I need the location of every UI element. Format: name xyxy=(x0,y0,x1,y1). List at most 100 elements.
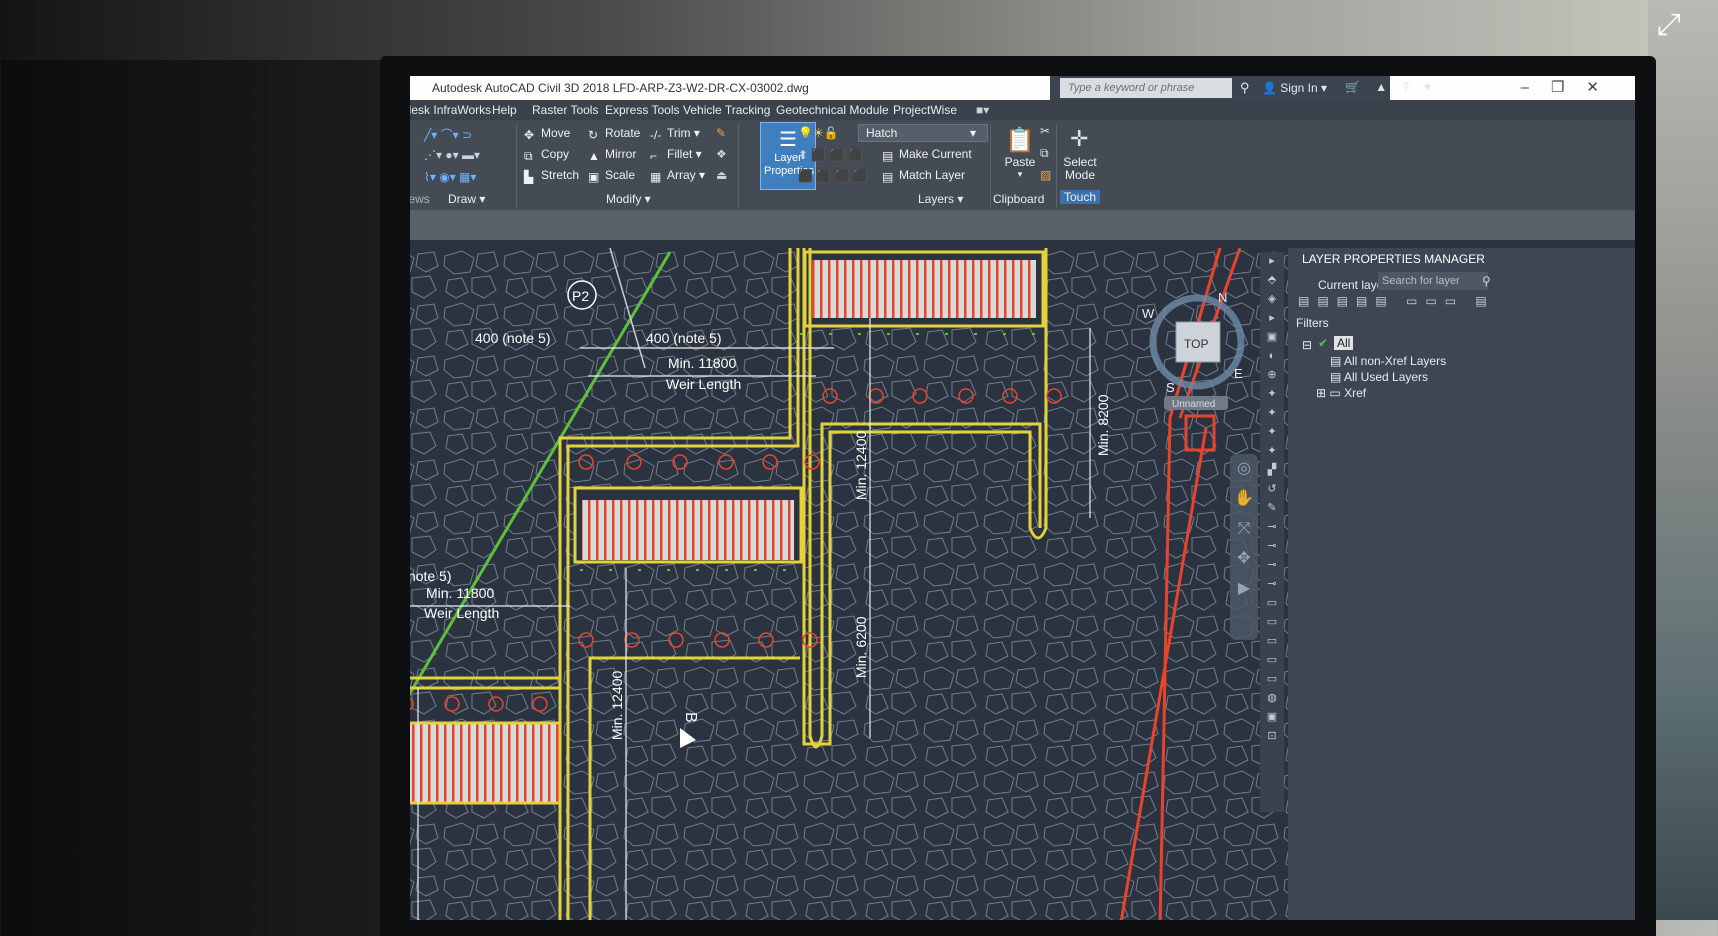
dim-label: 400 (note 5) xyxy=(475,330,551,346)
search-icon[interactable]: ⚲ xyxy=(1482,274,1491,288)
dim-label: Min. 11800 xyxy=(668,355,736,371)
menu-raster-tools[interactable]: Raster Tools xyxy=(532,103,598,117)
tool-icons[interactable]: ▸ ⬘ ◈ ▸ ▣ ◐ ⊕ ✦ ✦ ✦ ✦ ▞ ↺ ✎ ⊸ ⊸ ⊸ ⊸ ▭ ▭ ▭ ▭ ▭ ◍ ▣ ⊡ xyxy=(1260,252,1284,746)
stretch-icon: ▙ xyxy=(524,170,534,184)
rotate-label: Rotate xyxy=(605,126,641,140)
menu-vehicle-tracking[interactable]: Vehicle Tracking xyxy=(683,103,770,117)
clipboard-icon: 📋 xyxy=(1005,127,1035,154)
select-mode-button[interactable]: ✛ Select Mode Touch xyxy=(1060,122,1100,206)
copy-button[interactable]: ⧉ Copy xyxy=(524,147,569,163)
p2-marker: P2 xyxy=(572,288,589,304)
match-layer-button[interactable]: ▤ Match Layer xyxy=(882,168,965,184)
sign-in-button[interactable]: 👤 Sign In ▾ xyxy=(1262,81,1327,95)
sign-in-label: Sign In xyxy=(1280,81,1318,95)
layer-dropdown-chevron-icon[interactable]: ▾ xyxy=(970,126,976,140)
rotate-icon: ↻ xyxy=(588,128,599,142)
make-current-button[interactable]: ▤ Make Current xyxy=(882,147,972,163)
mirror-icon: ▲ xyxy=(588,149,600,163)
stretch-button[interactable]: ▙ Stretch xyxy=(524,168,579,184)
move-button[interactable]: ✥ Move xyxy=(524,126,571,142)
menu-express-tools[interactable]: Express Tools xyxy=(605,103,679,117)
panel-touch-title: Touch xyxy=(1060,190,1100,204)
window-title: Autodesk AutoCAD Civil 3D 2018 LFD-ARP-Z… xyxy=(432,81,809,95)
tree-expand-icon[interactable]: ⊟ xyxy=(1302,338,1312,352)
new-layer-icon[interactable]: ▤▤▤▤▤ ▭▭▭ ▤ xyxy=(1298,294,1495,308)
filter-icon: ▤ xyxy=(1330,354,1345,368)
divider xyxy=(738,124,739,208)
rotate-button[interactable]: ↻ Rotate xyxy=(588,126,641,142)
tree-item-used[interactable]: ▤ All Used Layers xyxy=(1330,370,1428,384)
array-button[interactable]: ▦ Array ▾ xyxy=(650,168,705,184)
menu-infraworks[interactable]: odesk InfraWorks xyxy=(410,103,491,117)
scale-button[interactable]: ▣ Scale xyxy=(588,168,635,184)
erase-icon[interactable]: ✎ xyxy=(716,126,726,140)
explode-icon[interactable]: ❖ xyxy=(716,147,727,161)
filter-check-icon: ✔ xyxy=(1318,336,1329,350)
paste-chevron-icon: ▾ xyxy=(1017,169,1023,179)
menu-help[interactable]: Help xyxy=(492,103,517,117)
layers-label: Layers xyxy=(918,192,955,206)
dim-label: 400 (note 5) xyxy=(410,568,452,584)
fullscreen-expand-icon[interactable]: ⤢ xyxy=(1650,6,1688,44)
fillet-button[interactable]: ⌐ Fillet ▾ xyxy=(650,147,702,163)
panel-draw-title[interactable]: Draw ▾ xyxy=(448,192,485,206)
folder-icon: ▭ xyxy=(1329,386,1345,400)
pan-icon[interactable]: ◎ ✋ ⤧ ✥ ▶ xyxy=(1230,454,1258,604)
vertical-toolbar[interactable]: ▸ ⬘ ◈ ▸ ▣ ◐ ⊕ ✦ ✦ ✦ ✦ ▞ ↺ ✎ ⊸ ⊸ ⊸ ⊸ ▭ ▭ ▭ ▭ ▭ ◍ ▣ ⊡ xyxy=(1260,252,1284,812)
compass-w[interactable]: W xyxy=(1142,306,1155,321)
compass-e[interactable]: E xyxy=(1234,366,1243,381)
viewcube[interactable]: TOP N E S W Unnamed xyxy=(1132,282,1262,412)
background-top xyxy=(0,0,1718,60)
tree-item-all[interactable]: All xyxy=(1334,336,1354,350)
navigation-bar[interactable]: ◎ ✋ ⤧ ✥ ▶ xyxy=(1230,454,1258,640)
layer-tools-row3-icons[interactable]: ⬛ ⬛ ⬛ ⬛ xyxy=(798,169,868,183)
compass-n[interactable]: N xyxy=(1218,290,1227,305)
tree-expand-icon: ⊞ xyxy=(1316,386,1330,400)
filters-label: Filters xyxy=(1296,316,1329,330)
cut-icon[interactable]: ✂ xyxy=(1040,124,1050,138)
tree-item-label: Xref xyxy=(1344,386,1367,400)
fillet-icon: ⌐ xyxy=(650,149,658,163)
workspace-icon[interactable]: ■▾ xyxy=(976,103,989,117)
compass-s[interactable]: S xyxy=(1166,380,1175,395)
layer-search-input[interactable]: Search for layer xyxy=(1378,272,1488,290)
array-icon: ▦ xyxy=(650,170,662,184)
dim-label: Min. 12400 xyxy=(609,671,625,740)
copy-icon: ⧉ xyxy=(524,149,533,163)
layer-state-icons[interactable]: 💡☀🔓 xyxy=(798,126,839,140)
dim-label: Min. 6200 xyxy=(853,616,869,678)
current-layer-label: Current layer xyxy=(1318,278,1388,292)
viewcube-top-face[interactable]: TOP xyxy=(1184,337,1208,351)
current-layer-name: Hatch xyxy=(866,126,898,140)
polyline-icon[interactable]: ⌇▾ ◉▾ ▦▾ xyxy=(424,170,476,184)
move-label: Move xyxy=(541,126,571,140)
panel-layers-title[interactable]: Layers ▾ xyxy=(918,192,963,206)
panel-modify-title[interactable]: Modify ▾ xyxy=(606,192,651,206)
mirror-button[interactable]: ▲ Mirror xyxy=(588,147,637,163)
autocad-window: Autodesk AutoCAD Civil 3D 2018 LFD-ARP-Z… xyxy=(410,76,1635,920)
tree-item-xref[interactable]: ⊞ ▭ Xref xyxy=(1316,386,1366,400)
mirror-label: Mirror xyxy=(605,147,637,161)
copy-clip-icon[interactable]: ⧉ xyxy=(1040,146,1049,161)
array-label: Array xyxy=(667,168,696,182)
menu-geotechnical-module[interactable]: Geotechnical Module xyxy=(776,103,889,117)
tree-item-non-xref[interactable]: ▤ All non-Xref Layers xyxy=(1330,354,1446,368)
keyword-search-input[interactable]: Type a keyword or phrase xyxy=(1060,78,1232,98)
divider xyxy=(1056,124,1057,208)
circle-icon[interactable]: ⋰▾ ●▾ ▬▾ xyxy=(424,148,480,162)
binoculars-icon[interactable]: ⚲ xyxy=(1240,80,1250,96)
tree-item-label: All non-Xref Layers xyxy=(1344,354,1447,368)
window-controls[interactable]: –❐✕ xyxy=(1521,78,1621,96)
divider xyxy=(990,124,991,208)
copy-base-icon[interactable]: ▨ xyxy=(1040,168,1051,182)
paste-button[interactable]: 📋 Paste ▾ xyxy=(1000,126,1040,180)
offset-icon[interactable]: ⏏ xyxy=(716,168,727,182)
title-bar: Autodesk AutoCAD Civil 3D 2018 LFD-ARP-Z… xyxy=(410,76,1635,100)
wcs-menu[interactable]: Unnamed xyxy=(1172,399,1215,410)
cart-icon[interactable]: 🛒 ▲ ? ▾ xyxy=(1345,80,1437,94)
layer-tools-row2-icons[interactable]: ⬆ ⬛ ⬛ ⬛ xyxy=(798,148,863,162)
menu-projectwise[interactable]: ProjectWise xyxy=(893,103,957,117)
line-icon[interactable]: ╱▾ ⌒▾ ⊃ xyxy=(424,126,472,143)
divider xyxy=(516,124,517,208)
trim-button[interactable]: -/- Trim ▾ xyxy=(650,126,700,142)
